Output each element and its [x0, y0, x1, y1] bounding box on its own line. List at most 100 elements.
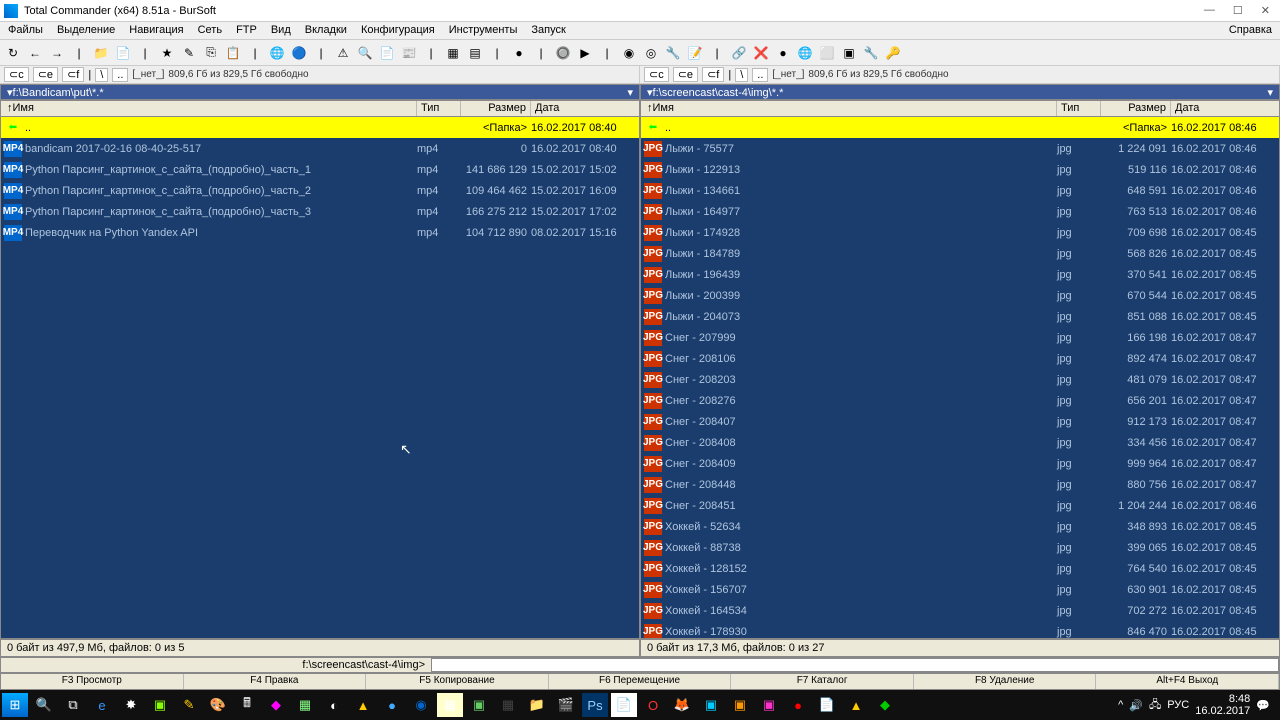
root-button-r[interactable]: \: [735, 68, 748, 82]
file-row[interactable]: JPGХоккей - 88738jpg399 06516.02.2017 08…: [641, 537, 1279, 558]
command-input[interactable]: [431, 658, 1279, 672]
tray-icon-1[interactable]: 🔊: [1129, 699, 1143, 712]
toolbar-btn-8[interactable]: ✎: [180, 44, 198, 62]
file-row[interactable]: JPGСнег - 207999jpg166 19816.02.2017 08:…: [641, 327, 1279, 348]
toolbar-btn-10[interactable]: 📋: [224, 44, 242, 62]
right-pane[interactable]: ↑Имя Тип Размер Дата ⬅..<Папка>16.02.201…: [640, 100, 1280, 639]
file-row[interactable]: ⬅..<Папка>16.02.2017 08:46: [641, 117, 1279, 138]
up-button[interactable]: ..: [112, 68, 128, 82]
app-icon-8[interactable]: ●: [379, 693, 405, 717]
app-icon-15[interactable]: ▣: [727, 693, 753, 717]
close-button[interactable]: ✕: [1261, 4, 1270, 17]
file-row[interactable]: JPGЛыжи - 204073jpg851 08816.02.2017 08:…: [641, 306, 1279, 327]
col-size[interactable]: Размер: [461, 101, 531, 116]
toolbar-btn-37[interactable]: ⬜: [818, 44, 836, 62]
file-row[interactable]: JPGХоккей - 164534jpg702 27216.02.2017 0…: [641, 600, 1279, 621]
app-icon-16[interactable]: ▣: [756, 693, 782, 717]
toolbar-btn-34[interactable]: ❌: [752, 44, 770, 62]
app-icon-5[interactable]: ▦: [292, 693, 318, 717]
col-ext-r[interactable]: Тип: [1057, 101, 1101, 116]
f7-button[interactable]: F7 Каталог: [731, 674, 914, 689]
f5-button[interactable]: F5 Копирование: [366, 674, 549, 689]
menu-run[interactable]: Запуск: [531, 24, 565, 37]
col-ext[interactable]: Тип: [417, 101, 461, 116]
app-icon-1[interactable]: ▣: [147, 693, 173, 717]
file-row[interactable]: JPGСнег - 208203jpg481 07916.02.2017 08:…: [641, 369, 1279, 390]
file-row[interactable]: MP4Python Парсинг_картинок_с_сайта_(подр…: [1, 159, 639, 180]
file-row[interactable]: JPGСнег - 208408jpg334 45616.02.2017 08:…: [641, 432, 1279, 453]
drive-c-button[interactable]: ⊂c: [4, 67, 29, 82]
f3-button[interactable]: F3 Просмотр: [1, 674, 184, 689]
toolbar-btn-25[interactable]: 🔘: [554, 44, 572, 62]
app-icon-18[interactable]: ▲: [843, 693, 869, 717]
tray-clock[interactable]: 8:48 16.02.2017: [1195, 693, 1250, 717]
file-row[interactable]: JPGСнег - 208276jpg656 20116.02.2017 08:…: [641, 390, 1279, 411]
app-icon-6[interactable]: ◐: [321, 693, 347, 717]
toolbar-btn-15[interactable]: ⚠: [334, 44, 352, 62]
file-row[interactable]: JPGХоккей - 178930jpg846 47016.02.2017 0…: [641, 621, 1279, 638]
right-file-list[interactable]: ⬅..<Папка>16.02.2017 08:46JPGЛыжи - 7557…: [641, 117, 1279, 638]
file-row[interactable]: JPGСнег - 208451jpg1 204 24416.02.2017 0…: [641, 495, 1279, 516]
app-icon-2[interactable]: ✎: [176, 693, 202, 717]
path-dropdown-icon-r[interactable]: ▾: [1267, 86, 1273, 99]
tray-lang[interactable]: РУС: [1167, 699, 1189, 711]
maximize-button[interactable]: ☐: [1233, 4, 1243, 17]
menu-nav[interactable]: Навигация: [129, 24, 183, 37]
toolbar-btn-35[interactable]: ●: [774, 44, 792, 62]
f8-button[interactable]: F8 Удаление: [914, 674, 1097, 689]
file-row[interactable]: ⬅..<Папка>16.02.2017 08:40: [1, 117, 639, 138]
drive-c-button-r[interactable]: ⊂c: [644, 67, 669, 82]
path-right[interactable]: ▾f:\screencast\cast-4\img\*.* ▾: [640, 84, 1280, 100]
toolbar-btn-28[interactable]: ◉: [620, 44, 638, 62]
menu-tabs[interactable]: Вкладки: [305, 24, 347, 37]
toolbar-btn-31[interactable]: 📝: [686, 44, 704, 62]
toolbar-btn-23[interactable]: ●: [510, 44, 528, 62]
menu-tools[interactable]: Инструменты: [449, 24, 518, 37]
menu-ftp[interactable]: FTP: [236, 24, 257, 37]
file-row[interactable]: JPGЛыжи - 164977jpg763 51316.02.2017 08:…: [641, 201, 1279, 222]
f4-button[interactable]: F4 Правка: [184, 674, 367, 689]
file-row[interactable]: MP4Переводчик на Python Yandex APImp4104…: [1, 222, 639, 243]
col-name-r[interactable]: ↑Имя: [641, 101, 1057, 116]
toolbar-btn-7[interactable]: ★: [158, 44, 176, 62]
toolbar-btn-36[interactable]: 🌐: [796, 44, 814, 62]
app-icon-17[interactable]: 📄: [814, 693, 840, 717]
drive-e-button[interactable]: ⊂e: [33, 67, 58, 82]
app-icon-4[interactable]: ◆: [263, 693, 289, 717]
menu-help[interactable]: Справка: [1229, 24, 1272, 37]
menu-config[interactable]: Конфигурация: [361, 24, 435, 37]
col-size-r[interactable]: Размер: [1101, 101, 1171, 116]
toolbar-btn-33[interactable]: 🔗: [730, 44, 748, 62]
toolbar-btn-38[interactable]: ▣: [840, 44, 858, 62]
file-row[interactable]: JPGСнег - 208407jpg912 17316.02.2017 08:…: [641, 411, 1279, 432]
app-icon-19[interactable]: ◆: [872, 693, 898, 717]
toolbar-btn-9[interactable]: ⎘: [202, 44, 220, 62]
file-row[interactable]: JPGЛыжи - 134661jpg648 59116.02.2017 08:…: [641, 180, 1279, 201]
toolbar-btn-40[interactable]: 🔑: [884, 44, 902, 62]
col-date-r[interactable]: Дата: [1171, 101, 1279, 116]
notepad-icon[interactable]: 📄: [611, 693, 637, 717]
edge-icon[interactable]: e: [89, 693, 115, 717]
file-row[interactable]: JPGЛыжи - 200399jpg670 54416.02.2017 08:…: [641, 285, 1279, 306]
calc-icon[interactable]: 🖩: [234, 693, 260, 717]
file-row[interactable]: JPGХоккей - 128152jpg764 54016.02.2017 0…: [641, 558, 1279, 579]
toolbar-btn-39[interactable]: 🔧: [862, 44, 880, 62]
path-left[interactable]: ▾f:\Bandicam\put\*.* ▾: [0, 84, 640, 100]
toolbar-btn-2[interactable]: →: [48, 44, 66, 62]
toolbar-btn-4[interactable]: 📁: [92, 44, 110, 62]
firefox-icon[interactable]: 🦊: [669, 693, 695, 717]
menu-net[interactable]: Сеть: [198, 24, 222, 37]
toolbar-btn-30[interactable]: 🔧: [664, 44, 682, 62]
file-row[interactable]: JPGСнег - 208409jpg999 96416.02.2017 08:…: [641, 453, 1279, 474]
app-icon-12[interactable]: 📁: [524, 693, 550, 717]
toolbar-btn-12[interactable]: 🌐: [268, 44, 286, 62]
file-row[interactable]: MP4Python Парсинг_картинок_с_сайта_(подр…: [1, 180, 639, 201]
file-row[interactable]: JPGЛыжи - 196439jpg370 54116.02.2017 08:…: [641, 264, 1279, 285]
search-icon[interactable]: 🔍: [31, 693, 57, 717]
file-row[interactable]: JPGСнег - 208106jpg892 47416.02.2017 08:…: [641, 348, 1279, 369]
menu-files[interactable]: Файлы: [8, 24, 43, 37]
toolbar-btn-29[interactable]: ◎: [642, 44, 660, 62]
app-icon-7[interactable]: ▲: [350, 693, 376, 717]
taskview-icon[interactable]: ⧉: [60, 693, 86, 717]
file-row[interactable]: JPGЛыжи - 122913jpg519 11616.02.2017 08:…: [641, 159, 1279, 180]
